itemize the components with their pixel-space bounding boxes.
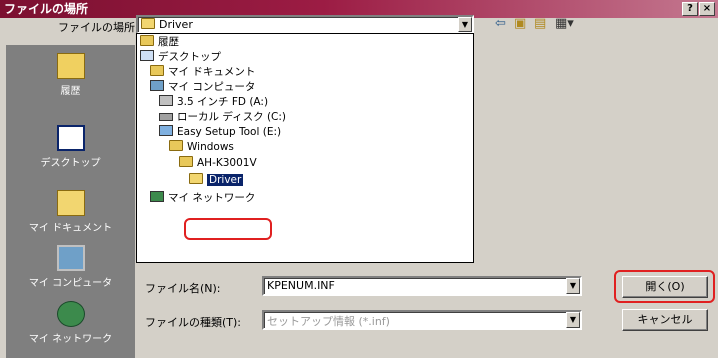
open-button-highlight-ring (614, 270, 715, 303)
new-folder-icon[interactable]: ▤ (534, 16, 546, 32)
view-menu-icon[interactable]: ▦▾ (555, 16, 574, 32)
my-documents-icon (150, 65, 164, 76)
lookin-value: Driver (159, 18, 193, 31)
local-disk-icon (159, 113, 173, 121)
network-icon (150, 191, 164, 202)
driver-highlight-ring (184, 218, 272, 240)
filename-label: ファイル名(N): (145, 282, 221, 295)
my-computer-icon (56, 245, 85, 271)
window-title: ファイルの場所 (4, 2, 89, 16)
filetype-value: セットアップ情報 (*.inf) (267, 315, 390, 328)
filename-input[interactable]: KPENUM.INF ▼ (262, 276, 582, 296)
filetype-select[interactable]: セットアップ情報 (*.inf) ▼ (262, 310, 582, 330)
chevron-down-icon[interactable]: ▼ (566, 312, 580, 328)
filename-value: KPENUM.INF (267, 279, 335, 292)
open-folder-icon (141, 18, 155, 29)
dropdown-item-floppy[interactable]: 3.5 インチ FD (A:) (159, 95, 268, 109)
help-button[interactable]: ? (682, 2, 698, 16)
dropdown-item-my-network[interactable]: マイ ネットワーク (150, 191, 255, 205)
dropdown-item-my-computer[interactable]: マイ コンピュータ (150, 80, 255, 94)
back-arrow-icon[interactable]: ⇦ (495, 16, 506, 32)
place-desktop[interactable]: デスクトップ (6, 125, 135, 169)
network-icon (56, 301, 85, 327)
chevron-down-icon[interactable]: ▼ (458, 17, 472, 32)
history-icon (56, 53, 85, 79)
dropdown-item-my-documents[interactable]: マイ ドキュメント (150, 65, 255, 79)
history-folder-icon (140, 35, 154, 46)
cancel-button[interactable]: キャンセル (622, 309, 708, 331)
folder-icon (179, 156, 193, 167)
dropdown-item-history[interactable]: 履歴 (140, 35, 179, 49)
place-my-network[interactable]: マイ ネットワーク (6, 301, 135, 345)
place-my-computer[interactable]: マイ コンピュータ (6, 245, 135, 289)
folder-icon (169, 140, 183, 151)
dropdown-item-desktop[interactable]: デスクトップ (140, 50, 221, 64)
open-folder-icon (189, 173, 203, 184)
my-documents-icon (56, 190, 85, 216)
my-computer-icon (150, 80, 164, 91)
desktop-icon (140, 50, 154, 61)
close-button[interactable]: × (699, 2, 715, 16)
floppy-drive-icon (159, 95, 173, 106)
chevron-down-icon[interactable]: ▼ (566, 278, 580, 294)
up-folder-icon[interactable]: ▣ (514, 16, 526, 32)
dropdown-item-local-disk[interactable]: ローカル ディスク (C:) (159, 110, 286, 124)
dropdown-item-cd-drive[interactable]: Easy Setup Tool (E:) (159, 125, 281, 139)
places-bar: 履歴 デスクトップ マイ ドキュメント マイ コンピュータ マイ ネットワーク (6, 45, 135, 358)
dropdown-item-driver[interactable]: Driver (189, 173, 244, 187)
dropdown-item-ah-k3001v[interactable]: AH-K3001V (179, 156, 257, 170)
dropdown-item-windows[interactable]: Windows (169, 140, 234, 154)
lookin-combobox[interactable]: Driver ▼ (136, 15, 474, 34)
desktop-icon (56, 125, 85, 151)
open-file-dialog: ファイルの場所 ? × ファイルの場所(I): Driver ▼ ⇦ ▣ ▤ ▦… (0, 0, 718, 358)
filetype-label: ファイルの種類(T): (145, 316, 242, 329)
place-history[interactable]: 履歴 (6, 53, 135, 97)
place-my-documents[interactable]: マイ ドキュメント (6, 190, 135, 234)
cd-drive-icon (159, 125, 173, 136)
